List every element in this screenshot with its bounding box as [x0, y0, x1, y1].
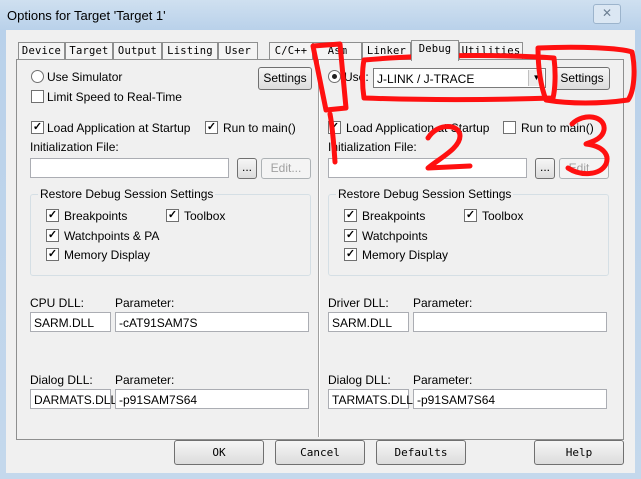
right-dialog-dll-input[interactable]: TARMATS.DLL: [328, 389, 413, 409]
cpu-dll-input[interactable]: SARM.DLL: [30, 312, 111, 332]
right-memory-display-checkbox[interactable]: ✓: [344, 248, 357, 261]
cpu-param-input[interactable]: -cAT91SAM7S: [115, 312, 309, 332]
tab-listing[interactable]: Listing: [162, 42, 218, 60]
right-load-app-checkbox[interactable]: ✓: [328, 121, 341, 134]
driver-param-label: Parameter:: [413, 296, 473, 310]
ok-button[interactable]: OK: [174, 440, 264, 465]
right-browse-button[interactable]: ...: [535, 158, 555, 179]
left-run-to-main-checkbox[interactable]: ✓: [205, 121, 218, 134]
left-watchpoints-label: Watchpoints & PA: [64, 229, 160, 243]
help-button[interactable]: Help: [534, 440, 624, 465]
left-memory-display-checkbox[interactable]: ✓: [46, 248, 59, 261]
left-watchpoints-checkbox[interactable]: ✓: [46, 229, 59, 242]
panel-divider: [318, 60, 320, 437]
left-memory-display-label: Memory Display: [64, 248, 151, 262]
options-dialog: Options for Target 'Target 1' ✕ Device T…: [0, 0, 641, 479]
dialog-client: Device Target Output Listing User C/C++ …: [6, 30, 635, 473]
tab-asm[interactable]: Asm: [313, 42, 362, 60]
right-watchpoints-checkbox[interactable]: ✓: [344, 229, 357, 242]
right-run-to-main-checkbox[interactable]: [503, 121, 516, 134]
right-breakpoints-checkbox[interactable]: ✓: [344, 209, 357, 222]
left-toolbox-checkbox[interactable]: ✓: [166, 209, 179, 222]
left-load-app-checkbox[interactable]: ✓: [31, 121, 44, 134]
use-simulator-label: Use Simulator: [47, 70, 123, 84]
tab-cc[interactable]: C/C++: [269, 42, 313, 60]
tab-device[interactable]: Device: [18, 42, 65, 60]
driver-param-input[interactable]: [413, 312, 607, 332]
right-toolbox-checkbox[interactable]: ✓: [464, 209, 477, 222]
tab-target[interactable]: Target: [65, 42, 113, 60]
simulator-settings-button[interactable]: Settings: [258, 67, 312, 90]
right-dialog-dll-label: Dialog DLL:: [328, 373, 391, 387]
driver-settings-button[interactable]: Settings: [554, 67, 610, 90]
left-run-to-main-label: Run to main(): [223, 121, 296, 135]
right-watchpoints-label: Watchpoints: [362, 229, 428, 243]
tab-utilities[interactable]: Utilities: [459, 42, 523, 60]
driver-dll-label: Driver DLL:: [328, 296, 389, 310]
left-edit-button: Edit...: [261, 158, 311, 179]
left-init-file-input[interactable]: [30, 158, 229, 178]
right-toolbox-label: Toolbox: [482, 209, 524, 223]
left-breakpoints-label: Breakpoints: [64, 209, 128, 223]
tab-output[interactable]: Output: [113, 42, 162, 60]
tab-linker[interactable]: Linker: [362, 42, 411, 60]
limit-speed-label: Limit Speed to Real-Time: [47, 90, 182, 104]
right-memory-display-label: Memory Display: [362, 248, 449, 262]
cancel-button[interactable]: Cancel: [275, 440, 365, 465]
close-icon[interactable]: ✕: [593, 4, 621, 24]
use-simulator-radio[interactable]: [31, 70, 44, 83]
right-edit-button: Edit...: [559, 158, 609, 179]
left-breakpoints-checkbox[interactable]: ✓: [46, 209, 59, 222]
use-driver-radio[interactable]: [328, 70, 341, 83]
right-init-file-label: Initialization File:: [328, 140, 417, 154]
left-dialog-param-label: Parameter:: [115, 373, 175, 387]
right-init-file-input[interactable]: [328, 158, 527, 178]
left-dialog-dll-label: Dialog DLL:: [30, 373, 93, 387]
left-load-app-label: Load Application at Startup: [47, 121, 191, 135]
cpu-param-label: Parameter:: [115, 296, 175, 310]
use-driver-label: Use:: [344, 70, 369, 84]
right-restore-group-title: Restore Debug Session Settings: [336, 187, 514, 201]
tab-user[interactable]: User: [218, 42, 258, 60]
left-dialog-param-input[interactable]: -p91SAM7S64: [115, 389, 309, 409]
debug-driver-select[interactable]: J-LINK / J-TRACE ▼: [373, 68, 546, 88]
driver-dll-input[interactable]: SARM.DLL: [328, 312, 409, 332]
defaults-button[interactable]: Defaults: [376, 440, 466, 465]
cpu-dll-label: CPU DLL:: [30, 296, 85, 310]
right-dialog-param-label: Parameter:: [413, 373, 473, 387]
right-load-app-label: Load Application at Startup: [346, 121, 490, 135]
left-restore-group-title: Restore Debug Session Settings: [38, 187, 216, 201]
title-bar: Options for Target 'Target 1' ✕: [0, 0, 641, 30]
tab-debug[interactable]: Debug: [411, 40, 459, 61]
right-breakpoints-label: Breakpoints: [362, 209, 426, 223]
debug-driver-value: J-LINK / J-TRACE: [377, 72, 475, 86]
right-dialog-param-input[interactable]: -p91SAM7S64: [413, 389, 607, 409]
right-run-to-main-label: Run to main(): [521, 121, 594, 135]
window-title: Options for Target 'Target 1': [7, 8, 166, 23]
left-toolbox-label: Toolbox: [184, 209, 226, 223]
chevron-down-icon[interactable]: ▼: [528, 70, 544, 86]
limit-speed-checkbox[interactable]: [31, 90, 44, 103]
left-browse-button[interactable]: ...: [237, 158, 257, 179]
left-dialog-dll-input[interactable]: DARMATS.DLL: [30, 389, 117, 409]
left-init-file-label: Initialization File:: [30, 140, 119, 154]
